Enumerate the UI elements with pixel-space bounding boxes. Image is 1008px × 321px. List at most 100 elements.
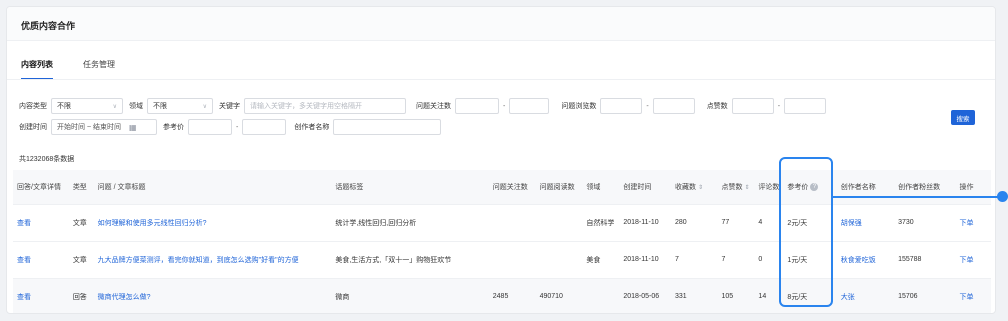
likes-max-input[interactable] xyxy=(784,98,827,114)
sort-icon[interactable]: ⇕ xyxy=(744,185,749,191)
ref-price-label: 参考价 xyxy=(163,124,184,131)
content-card: 优质内容合作 内容列表 任务管理 内容类型 不限 ∨ 领域 不限 ∨ 关键字 请… xyxy=(6,6,996,314)
likes-min-input[interactable] xyxy=(731,98,774,114)
view-link[interactable]: 查看 xyxy=(13,241,69,278)
col-ref-price: 参考价? xyxy=(783,170,836,204)
filter-row-2: 创建时间 开始时间 ~ 结束时间 ▦ 参考价 - 创作者名称 xyxy=(19,119,447,135)
follow-min-input[interactable] xyxy=(455,98,499,114)
tags-cell: 美食,生活方式,「双十一」购物狂欢节 xyxy=(335,256,452,264)
date-range-placeholder: 开始时间 ~ 结束时间 xyxy=(57,124,121,131)
col-created: 创建时间 xyxy=(623,183,652,191)
likes-cell: 77 xyxy=(721,219,730,226)
follow-cell: 2485 xyxy=(492,293,509,301)
col-likes[interactable]: 点赞数 ⇕ xyxy=(717,170,754,204)
content-type-select[interactable]: 不限 ∨ xyxy=(51,98,123,114)
order-button[interactable]: 下单 xyxy=(956,204,991,241)
keyword-input[interactable]: 请输入关键字，多关键字用空格隔开 xyxy=(244,98,406,114)
creator-name-label: 创作者名称 xyxy=(294,124,330,131)
tab-content-list[interactable]: 内容列表 xyxy=(21,59,53,80)
date-range-picker[interactable]: 开始时间 ~ 结束时间 ▦ xyxy=(51,119,157,135)
fans-cell: 155788 xyxy=(898,256,922,263)
favorites-cell: 331 xyxy=(674,293,687,301)
col-favorites[interactable]: 收藏数 ⇕ xyxy=(671,170,718,204)
price-cell: 2元/天 xyxy=(787,219,808,227)
creator-link[interactable]: 大张 xyxy=(837,278,894,313)
likes-cell: 105 xyxy=(721,293,734,301)
price-cell: 1元/天 xyxy=(787,256,808,264)
reads-cell: 490710 xyxy=(539,293,563,301)
chevron-down-icon: ∨ xyxy=(112,103,117,110)
creator-link[interactable]: 胡保强 xyxy=(837,204,894,241)
reads-cell xyxy=(536,241,583,278)
comments-cell: 4 xyxy=(758,219,763,226)
title-link[interactable]: 微商代理怎么做? xyxy=(94,278,332,313)
range-dash: - xyxy=(503,102,506,110)
favorites-cell: 7 xyxy=(674,256,679,263)
highlight-connector-dot xyxy=(997,191,1008,202)
view-link[interactable]: 查看 xyxy=(13,204,69,241)
tab-task-management[interactable]: 任务管理 xyxy=(83,59,115,80)
col-title: 问题 / 文章标题 xyxy=(97,183,146,191)
order-button[interactable]: 下单 xyxy=(956,241,991,278)
title-link[interactable]: 如何理解和使用多元线性回归分析? xyxy=(94,204,332,241)
follow-max-input[interactable] xyxy=(509,98,550,114)
col-reads: 问题阅读数 xyxy=(539,183,575,191)
table-header-row: 回答/文章详情 类型 问题 / 文章标题 话题标签 问题关注数 问题阅读数 领域… xyxy=(13,170,991,204)
tags-cell: 统计学,线性回归,回归分析 xyxy=(335,219,417,227)
views-min-input[interactable] xyxy=(600,98,643,114)
title-bar: 优质内容合作 xyxy=(7,7,995,41)
likes-label: 点赞数 xyxy=(706,103,728,110)
type-cell: 回答 xyxy=(72,293,87,301)
domain-select[interactable]: 不限 ∨ xyxy=(147,98,213,114)
domain-cell: 自然科学 xyxy=(586,219,615,227)
domain-cell xyxy=(582,278,619,313)
title-link[interactable]: 九大品牌方便菜测评，看完你就知道，到底怎么选购"好看"的方便 xyxy=(94,241,332,278)
col-follow: 问题关注数 xyxy=(492,183,528,191)
table-row: 查看 文章 九大品牌方便菜测评，看完你就知道，到底怎么选购"好看"的方便 美食,… xyxy=(13,241,991,278)
reads-cell xyxy=(536,204,583,241)
follow-count-label: 问题关注数 xyxy=(416,103,451,110)
col-domain: 领域 xyxy=(586,183,601,191)
follow-cell xyxy=(489,204,536,241)
keyword-label: 关键字 xyxy=(219,103,240,110)
likes-cell: 7 xyxy=(721,256,726,263)
creator-name-input[interactable] xyxy=(333,119,442,135)
search-button[interactable]: 搜索 xyxy=(951,110,975,125)
fans-cell: 3730 xyxy=(898,219,914,226)
sort-icon[interactable]: ⇕ xyxy=(698,185,703,191)
type-cell: 文章 xyxy=(72,219,87,227)
views-max-input[interactable] xyxy=(652,98,695,114)
table-row: 查看 文章 如何理解和使用多元线性回归分析? 统计学,线性回归,回归分析 自然科… xyxy=(13,204,991,241)
price-min-input[interactable] xyxy=(188,119,232,135)
filter-row-1: 内容类型 不限 ∨ 领域 不限 ∨ 关键字 请输入关键字，多关键字用空格隔开 问… xyxy=(19,98,832,114)
date-cell: 2018-11-10 xyxy=(623,256,659,263)
follow-cell xyxy=(489,241,536,278)
tags-cell: 微商 xyxy=(335,293,350,301)
view-count-label: 问题浏览数 xyxy=(561,103,597,110)
range-dash: - xyxy=(236,123,239,131)
created-time-label: 创建时间 xyxy=(19,124,47,131)
chevron-down-icon: ∨ xyxy=(202,103,207,110)
domain-cell: 美食 xyxy=(586,256,601,264)
col-favorites-label: 收藏数 xyxy=(674,183,696,191)
price-max-input[interactable] xyxy=(242,119,287,135)
content-table: 回答/文章详情 类型 问题 / 文章标题 话题标签 问题关注数 问题阅读数 领域… xyxy=(13,170,991,313)
creator-link[interactable]: 秋食爱吃饭 xyxy=(837,241,894,278)
order-button[interactable]: 下单 xyxy=(956,278,991,313)
content-type-value: 不限 xyxy=(57,103,71,110)
range-dash: - xyxy=(646,102,649,110)
domain-value: 不限 xyxy=(153,103,167,110)
date-cell: 2018-11-10 xyxy=(623,219,659,226)
col-comments: 评论数 xyxy=(754,170,783,204)
view-link[interactable]: 查看 xyxy=(13,278,69,313)
price-cell: 8元/天 xyxy=(787,293,808,301)
help-icon[interactable]: ? xyxy=(810,182,819,191)
tab-bar: 内容列表 任务管理 xyxy=(21,59,115,80)
tabs-divider xyxy=(7,79,995,80)
col-type: 类型 xyxy=(72,183,87,191)
col-creator: 创作者名称 xyxy=(840,183,876,191)
comments-cell: 0 xyxy=(758,256,763,263)
range-dash: - xyxy=(777,102,781,110)
highlight-connector-line xyxy=(833,196,1001,198)
col-action: 操作 xyxy=(959,183,974,191)
